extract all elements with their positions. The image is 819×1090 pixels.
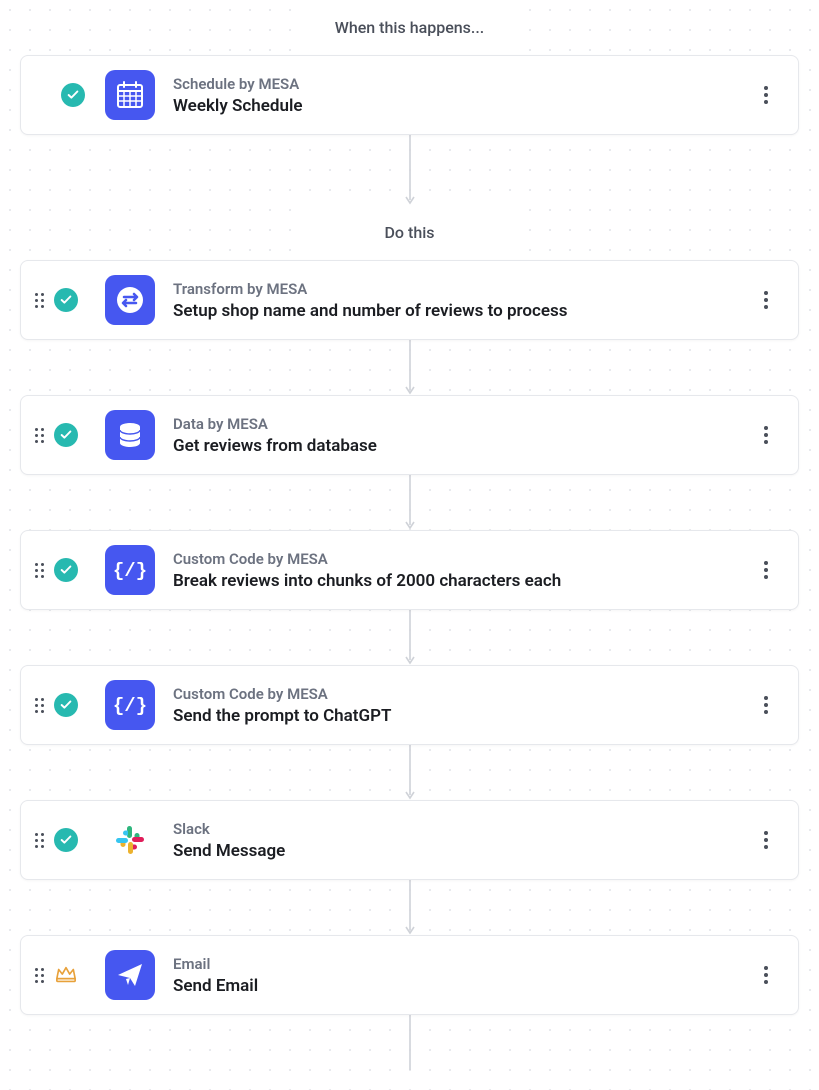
connector-arrow: [20, 745, 799, 800]
more-menu-button[interactable]: [754, 552, 778, 588]
action-title: Send the prompt to ChatGPT: [173, 706, 754, 726]
action-card[interactable]: Email Send Email: [20, 935, 799, 1015]
action-card[interactable]: Data by MESA Get reviews from database: [20, 395, 799, 475]
connector-arrow: [20, 880, 799, 935]
trigger-app-name: Schedule by MESA: [173, 75, 754, 93]
connector-arrow: [20, 1015, 799, 1070]
code-icon: [105, 545, 155, 595]
transform-icon: [105, 275, 155, 325]
trigger-title: Weekly Schedule: [173, 96, 754, 116]
slack-icon: [105, 815, 155, 865]
actions-section-header: Do this: [300, 205, 520, 260]
action-card[interactable]: Slack Send Message: [20, 800, 799, 880]
action-card[interactable]: Custom Code by MESA Send the prompt to C…: [20, 665, 799, 745]
more-menu-button[interactable]: [754, 822, 778, 858]
action-title: Setup shop name and number of reviews to…: [173, 301, 754, 321]
action-card[interactable]: Transform by MESA Setup shop name and nu…: [20, 260, 799, 340]
check-icon: [54, 693, 78, 717]
more-menu-button[interactable]: [754, 687, 778, 723]
drag-handle-icon[interactable]: [35, 968, 44, 983]
action-app-name: Custom Code by MESA: [173, 550, 754, 568]
crown-icon: [54, 963, 78, 987]
action-title: Send Message: [173, 841, 754, 861]
database-icon: [105, 410, 155, 460]
check-icon: [54, 423, 78, 447]
actions-header-text: Do this: [384, 223, 434, 242]
connector-arrow: [20, 135, 799, 205]
action-app-name: Transform by MESA: [173, 280, 754, 298]
more-menu-button[interactable]: [754, 282, 778, 318]
connector-arrow: [20, 475, 799, 530]
trigger-section-header: When this happens...: [300, 0, 520, 55]
action-app-name: Slack: [173, 820, 754, 838]
send-icon: [105, 950, 155, 1000]
connector-arrow: [20, 610, 799, 665]
action-title: Break reviews into chunks of 2000 charac…: [173, 571, 754, 591]
more-menu-button[interactable]: [754, 417, 778, 453]
action-title: Get reviews from database: [173, 436, 754, 456]
action-app-name: Data by MESA: [173, 415, 754, 433]
more-menu-button[interactable]: [754, 77, 778, 113]
check-icon: [61, 83, 85, 107]
connector-arrow: [20, 340, 799, 395]
check-icon: [54, 558, 78, 582]
drag-handle-icon[interactable]: [35, 428, 44, 443]
action-title: Send Email: [173, 976, 754, 996]
trigger-card[interactable]: Schedule by MESA Weekly Schedule: [20, 55, 799, 135]
action-card[interactable]: Custom Code by MESA Break reviews into c…: [20, 530, 799, 610]
calendar-icon: [105, 70, 155, 120]
action-app-name: Email: [173, 955, 754, 973]
check-icon: [54, 288, 78, 312]
more-menu-button[interactable]: [754, 957, 778, 993]
check-icon: [54, 828, 78, 852]
drag-handle-icon[interactable]: [35, 293, 44, 308]
action-app-name: Custom Code by MESA: [173, 685, 754, 703]
code-icon: [105, 680, 155, 730]
drag-handle-icon[interactable]: [35, 698, 44, 713]
drag-handle-icon[interactable]: [35, 563, 44, 578]
drag-handle-icon[interactable]: [35, 833, 44, 848]
trigger-header-text: When this happens...: [335, 18, 484, 37]
